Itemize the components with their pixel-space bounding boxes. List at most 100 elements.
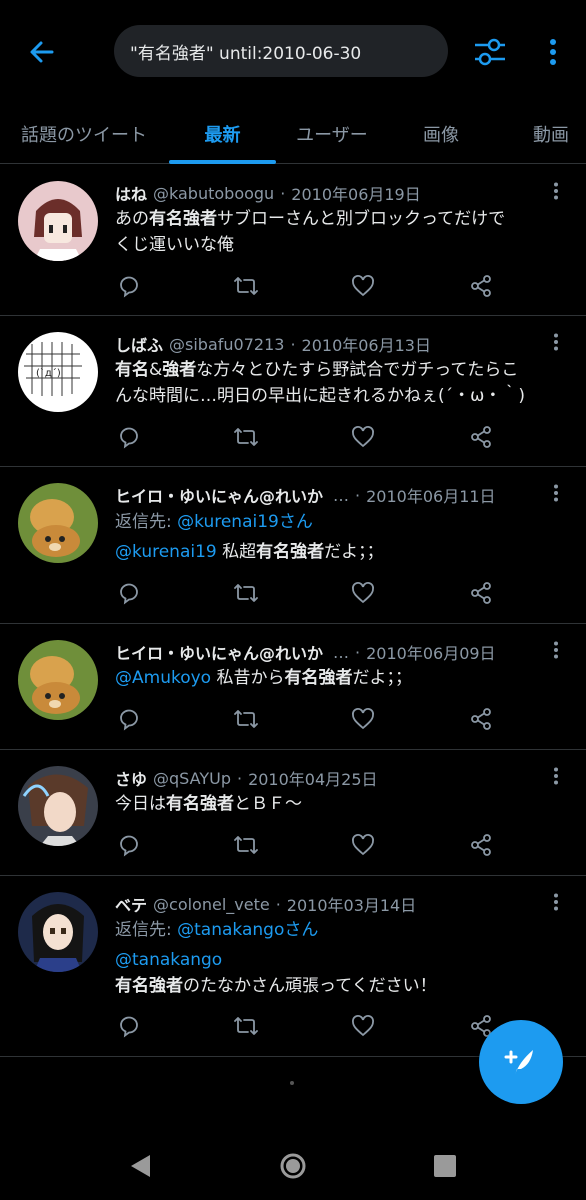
share-button[interactable] — [466, 578, 496, 608]
tab-top[interactable]: 話題のツイート — [8, 104, 160, 164]
share-icon — [471, 582, 491, 604]
nav-back-button[interactable] — [120, 1148, 160, 1184]
mention-link[interactable]: @Amukoyo — [115, 668, 211, 688]
tweet-text-line: @Amukoyo 私昔から有名強者だよ；； — [115, 668, 412, 688]
nav-home-button[interactable] — [273, 1148, 313, 1184]
author-handle[interactable]: @sibafu07213 — [169, 335, 284, 354]
author-name[interactable]: しばふ — [115, 332, 163, 356]
like-button[interactable] — [348, 422, 378, 452]
retweet-button[interactable] — [231, 830, 261, 860]
tab-videos[interactable]: 動画 — [518, 104, 584, 164]
tweet-item[interactable]: ヒイロ・ゆいにゃん@れいか … · 2010年06月09日 @Amukoyo 私… — [0, 624, 586, 750]
share-button[interactable] — [466, 271, 496, 301]
tweet-actions — [0, 422, 586, 452]
like-button[interactable] — [348, 271, 378, 301]
author-handle[interactable]: @colonel_vete — [153, 895, 270, 914]
more-options-button[interactable] — [538, 32, 568, 72]
reply-button[interactable] — [114, 422, 144, 452]
reply-button[interactable] — [114, 578, 144, 608]
tweet-actions — [0, 704, 586, 734]
tab-users[interactable]: ユーザー — [284, 104, 380, 164]
tweet-text-line: あの有名強者サブローさんと別ブロックってだけで — [115, 209, 506, 229]
mention-link[interactable]: @kurenai19 — [115, 542, 217, 562]
tweet-text-line: くじ運いいな俺 — [115, 235, 234, 255]
separator-dot: · — [236, 768, 243, 788]
author-name[interactable]: ヒイロ・ゆいにゃん@れいか — [115, 640, 323, 664]
like-icon — [352, 426, 374, 448]
retweet-button[interactable] — [231, 271, 261, 301]
tweet-item[interactable]: さゆ @qSAYUp · 2010年04月25日 今日は有名強者とＢＦ〜 — [0, 750, 586, 876]
avatar[interactable] — [18, 892, 98, 972]
reply-icon — [120, 709, 138, 731]
like-button[interactable] — [348, 578, 378, 608]
share-button[interactable] — [466, 830, 496, 860]
retweet-icon — [234, 277, 258, 295]
tweet-text-line: @kurenai19 私超有名強者だよ；； — [115, 542, 384, 562]
avatar[interactable] — [18, 483, 98, 563]
share-icon — [471, 426, 491, 448]
reply-button[interactable] — [114, 704, 144, 734]
like-button[interactable] — [348, 1011, 378, 1041]
retweet-icon — [234, 428, 258, 446]
like-button[interactable] — [348, 704, 378, 734]
author-handle[interactable]: @kabutoboogu — [153, 184, 274, 203]
avatar[interactable]: (`д´) — [18, 332, 98, 412]
author-name[interactable]: さゆ — [115, 766, 147, 790]
tweet-menu-button[interactable] — [548, 766, 564, 786]
author-handle[interactable]: @qSAYUp — [153, 769, 231, 788]
reply-button[interactable] — [114, 1011, 144, 1041]
tweet-header: ベテ @colonel_vete · 2010年03月14日 — [115, 892, 546, 916]
search-filter-button[interactable] — [470, 30, 510, 74]
tweet-menu-button[interactable] — [548, 332, 564, 352]
retweet-button[interactable] — [231, 704, 261, 734]
retweet-button[interactable] — [231, 422, 261, 452]
retweet-button[interactable] — [231, 578, 261, 608]
tweet-menu-button[interactable] — [548, 181, 564, 201]
author-name[interactable]: ヒイロ・ゆいにゃん@れいか — [115, 483, 323, 507]
tweet-menu-button[interactable] — [548, 892, 564, 912]
tweet-menu-button[interactable] — [548, 483, 564, 503]
filter-icon — [475, 38, 505, 66]
compose-tweet-button[interactable] — [479, 1020, 563, 1104]
system-nav-bar — [0, 1130, 586, 1200]
tweet-item[interactable]: (`д´) しばふ @sibafu07213 · 2010年06月13日 有名&… — [0, 316, 586, 467]
retweet-button[interactable] — [231, 1011, 261, 1041]
tab-images[interactable]: 画像 — [408, 104, 474, 164]
separator-dot: · — [290, 334, 296, 354]
more-vertical-icon — [554, 641, 558, 659]
search-tabs: 話題のツイート 最新 ユーザー 画像 動画 — [0, 104, 586, 164]
avatar[interactable] — [18, 181, 98, 261]
separator-dot: · — [275, 894, 281, 914]
reply-to-link[interactable]: @tanakangoさん — [177, 920, 318, 940]
tweet-item[interactable]: はね @kabutoboogu · 2010年06月19日 あの有名強者サブロー… — [0, 165, 586, 316]
reply-icon — [120, 427, 138, 449]
tweet-header: ヒイロ・ゆいにゃん@れいか … · 2010年06月11日 — [115, 483, 546, 507]
mention-link[interactable]: @tanakango — [115, 950, 222, 970]
back-button[interactable] — [22, 32, 62, 72]
more-vertical-icon — [550, 39, 556, 65]
author-name[interactable]: ベテ — [115, 892, 147, 916]
tweet-item[interactable]: ヒイロ・ゆいにゃん@れいか … · 2010年06月11日 返信先: @kure… — [0, 467, 586, 624]
search-input[interactable]: "有名強者" until:2010-06-30 — [114, 25, 448, 77]
like-button[interactable] — [348, 830, 378, 860]
more-vertical-icon — [554, 182, 558, 200]
tweet-menu-button[interactable] — [548, 640, 564, 660]
reply-to-link[interactable]: @kurenai19さん — [177, 512, 313, 532]
truncated-handle: … — [333, 485, 350, 505]
reply-context: 返信先: @tanakangoさん — [115, 920, 319, 940]
retweet-icon — [234, 1017, 258, 1035]
tweet-date: 2010年04月25日 — [248, 770, 378, 789]
more-vertical-icon — [554, 893, 558, 911]
tweet-actions — [0, 271, 586, 301]
tweet-text-line: 有名強者のたなかさん頑張ってください！ — [115, 976, 437, 996]
reply-button[interactable] — [114, 271, 144, 301]
tab-latest[interactable]: 最新 — [169, 104, 276, 164]
share-button[interactable] — [466, 704, 496, 734]
like-icon — [352, 834, 374, 856]
author-name[interactable]: はね — [115, 181, 147, 205]
like-icon — [352, 582, 374, 604]
more-vertical-icon — [554, 484, 558, 502]
nav-recents-button[interactable] — [425, 1148, 465, 1184]
reply-button[interactable] — [114, 830, 144, 860]
share-button[interactable] — [466, 422, 496, 452]
